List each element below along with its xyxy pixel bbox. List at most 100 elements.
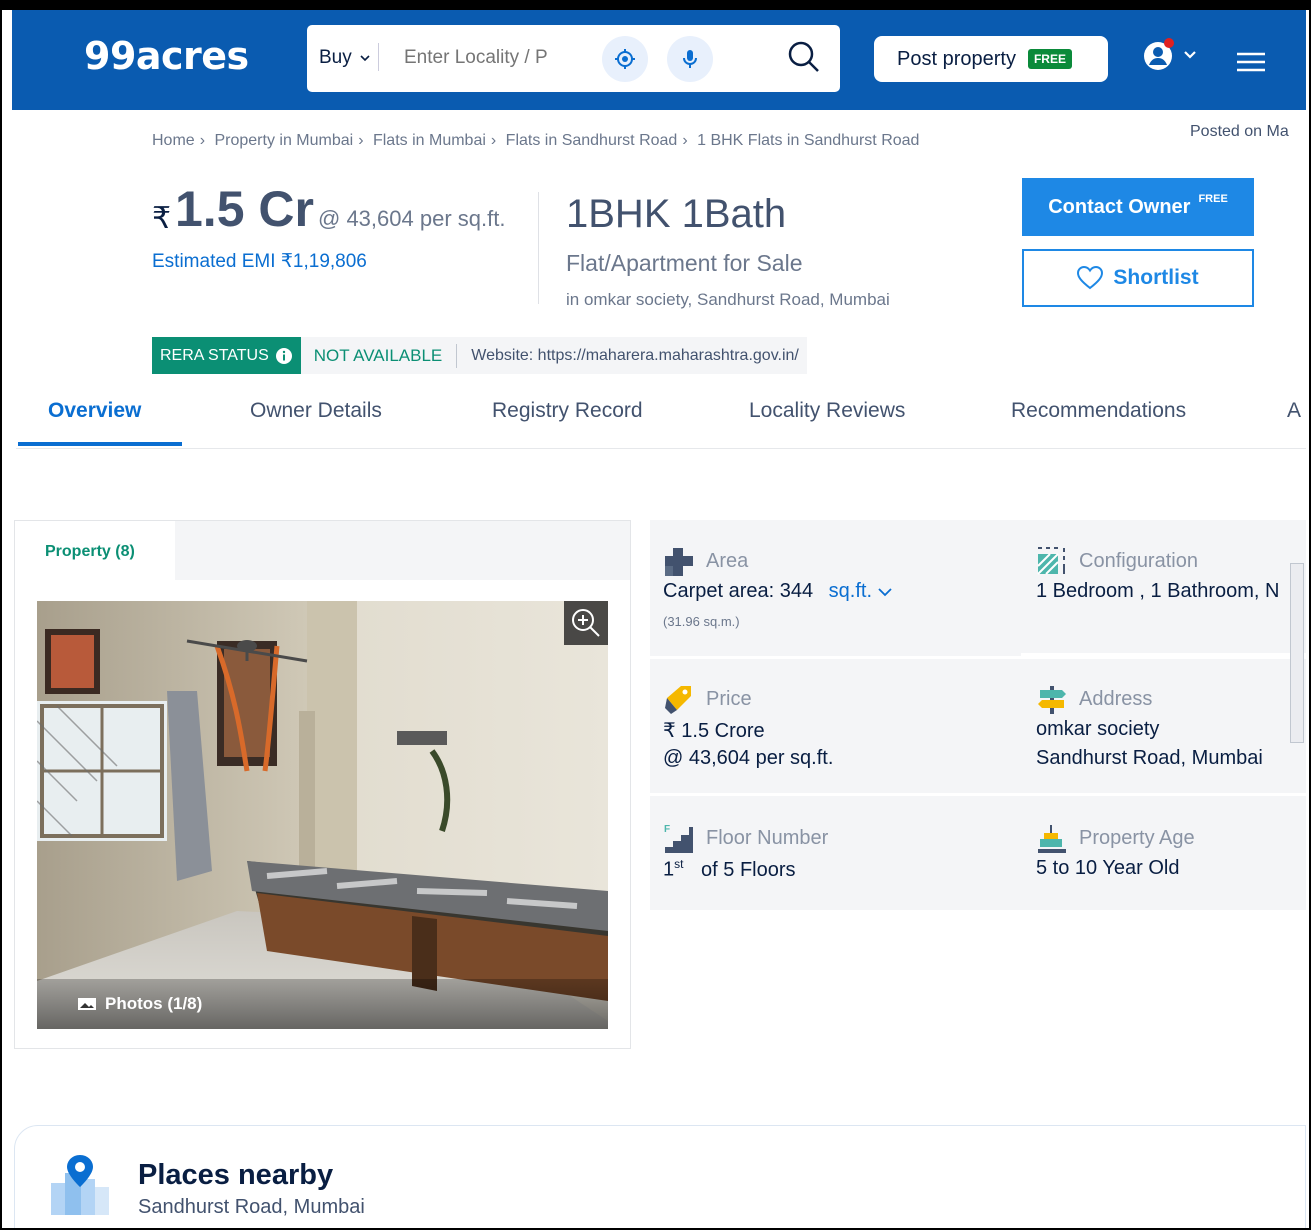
currency-symbol: ₹ <box>152 202 172 235</box>
breadcrumb: Home › Property in Mumbai › Flats in Mumba… <box>152 132 919 150</box>
property-config-title: 1BHK 1Bath <box>566 192 787 236</box>
locate-me-button[interactable] <box>602 36 648 82</box>
buy-label: Buy <box>319 47 352 68</box>
user-account-icon <box>1144 38 1196 70</box>
breadcrumb-item[interactable]: 1 BHK Flats in Sandhurst Road <box>697 132 919 149</box>
photos-count-label: Photos (1/8) <box>105 994 203 1013</box>
property-photo[interactable]: Photos (1/8) <box>37 601 608 1029</box>
rera-status-tag: RERA STATUS <box>152 337 301 374</box>
breadcrumb-item[interactable]: Flats in Mumbai <box>373 132 486 149</box>
photo-gallery-card: Property (8) Photos (1/8) <box>14 520 631 1049</box>
breadcrumb-separator: › <box>199 132 206 149</box>
breadcrumb-separator: › <box>490 132 497 149</box>
property-age-label: Property Age <box>1079 827 1195 849</box>
area-unit-label: sq.ft. <box>828 580 873 602</box>
places-nearby-section: Places nearby Sandhurst Road, Mumbai <box>14 1125 1306 1230</box>
chevron-down-icon <box>360 55 370 62</box>
zoom-in-icon <box>572 609 600 637</box>
details-scrollbar[interactable] <box>1290 563 1304 743</box>
contact-owner-label: Contact Owner <box>1048 195 1191 218</box>
rera-status-label: RERA STATUS <box>160 346 269 364</box>
floor-number-label: Floor Number <box>706 827 829 849</box>
building-age-icon <box>1038 825 1066 853</box>
signpost-icon <box>1038 686 1066 714</box>
shortlist-label: Shortlist <box>1113 266 1199 289</box>
buy-dropdown[interactable]: Buy <box>319 47 371 69</box>
tab-owner-details[interactable]: Owner Details <box>250 399 382 423</box>
image-icon <box>78 998 96 1010</box>
places-nearby-title: Places nearby <box>138 1159 334 1191</box>
rera-status-value: NOT AVAILABLE <box>301 343 458 368</box>
location-target-icon <box>615 49 635 69</box>
chevron-down-icon <box>877 588 892 597</box>
active-tab-indicator <box>18 442 182 446</box>
area-sqm: (31.96 sq.m.) <box>663 614 740 629</box>
search-button[interactable] <box>787 40 821 79</box>
post-property-label: Post property <box>897 47 1016 70</box>
heart-icon <box>1077 266 1104 290</box>
configuration-label: Configuration <box>1079 550 1198 572</box>
property-type: Flat/Apartment for Sale <box>566 250 803 276</box>
estimated-emi-link[interactable]: Estimated EMI ₹1,19,806 <box>152 250 367 273</box>
area-icon <box>665 548 693 576</box>
property-age-value: 5 to 10 Year Old <box>1036 857 1180 879</box>
tab-property-photos[interactable]: Property (8) <box>15 521 175 580</box>
tab-registry-record[interactable]: Registry Record <box>492 399 643 423</box>
price-value: ₹ 1.5 Crore <box>663 720 765 742</box>
hamburger-menu-button[interactable] <box>1236 52 1266 77</box>
shortlist-button[interactable]: Shortlist <box>1022 249 1254 307</box>
zoom-button[interactable] <box>564 601 608 645</box>
tab-overview[interactable]: Overview <box>48 399 141 423</box>
price-per-sqft-value: @ 43,604 per sq.ft. <box>663 747 834 769</box>
places-nearby-icon <box>51 1155 109 1215</box>
photos-count-bar[interactable]: Photos (1/8) <box>37 979 608 1029</box>
section-tabs: Overview Owner Details Registry Record L… <box>16 393 1306 449</box>
row-divider <box>650 793 1306 796</box>
area-unit-dropdown[interactable]: sq.ft. <box>829 580 892 602</box>
search-box: Buy <box>307 25 840 92</box>
floor-ordinal-suffix: st <box>674 857 684 871</box>
svg-text:F: F <box>664 824 670 835</box>
property-details-grid: Area Carpet area: 344 sq.ft. (31.96 sq.m… <box>650 520 1306 910</box>
breadcrumb-item[interactable]: Home <box>152 132 195 149</box>
tab-locality-reviews[interactable]: Locality Reviews <box>749 399 905 423</box>
breadcrumb-separator: › <box>682 132 688 149</box>
row-divider <box>650 656 1306 659</box>
contact-owner-button[interactable]: Contact Owner FREE <box>1022 178 1254 236</box>
price-label: Price <box>706 688 752 710</box>
total-floors: of 5 Floors <box>701 858 796 881</box>
floor-number: 1 <box>663 858 675 881</box>
post-property-button[interactable]: Post property FREE <box>874 36 1108 82</box>
locality-search-input[interactable] <box>404 47 574 69</box>
free-badge: FREE <box>1198 193 1228 205</box>
search-icon <box>788 41 819 72</box>
floor-stairs-icon: F <box>664 824 693 853</box>
divider <box>538 192 539 304</box>
posted-on-text: Posted on Ma <box>1190 123 1289 140</box>
carpet-area-text: Carpet area: 344 <box>663 580 814 602</box>
tab-more[interactable]: A <box>1287 399 1301 423</box>
rera-website: Website: https://maharera.maharashtra.go… <box>471 346 799 364</box>
bedroom-photo-image <box>37 601 608 1029</box>
price-tag-icon <box>665 686 691 714</box>
floor-number-value: 1st of 5 Floors <box>663 857 796 882</box>
configuration-icon <box>1037 547 1065 575</box>
free-badge: FREE <box>1027 49 1072 69</box>
info-icon[interactable] <box>275 347 293 365</box>
property-location: in omkar society, Sandhurst Road, Mumbai <box>566 290 890 309</box>
voice-search-button[interactable] <box>667 36 713 82</box>
price-amount: 1.5 Cr <box>175 181 314 237</box>
configuration-value: 1 Bedroom , 1 Bathroom, N <box>1036 580 1280 602</box>
tab-recommendations[interactable]: Recommendations <box>1011 399 1186 423</box>
site-logo[interactable]: 99acres <box>84 34 249 78</box>
area-value: Carpet area: 344 sq.ft. <box>663 580 892 603</box>
places-nearby-subtitle: Sandhurst Road, Mumbai <box>138 1196 365 1218</box>
breadcrumb-item[interactable]: Property in Mumbai <box>214 132 353 149</box>
breadcrumb-separator: › <box>358 132 364 149</box>
breadcrumb-item[interactable]: Flats in Sandhurst Road <box>506 132 678 149</box>
user-menu-button[interactable] <box>1142 38 1204 79</box>
address-line-2: Sandhurst Road, Mumbai <box>1036 747 1263 769</box>
area-label: Area <box>706 550 749 572</box>
top-navigation-bar: 99acres Buy Post property FREE <box>12 10 1306 110</box>
divider <box>378 43 379 71</box>
